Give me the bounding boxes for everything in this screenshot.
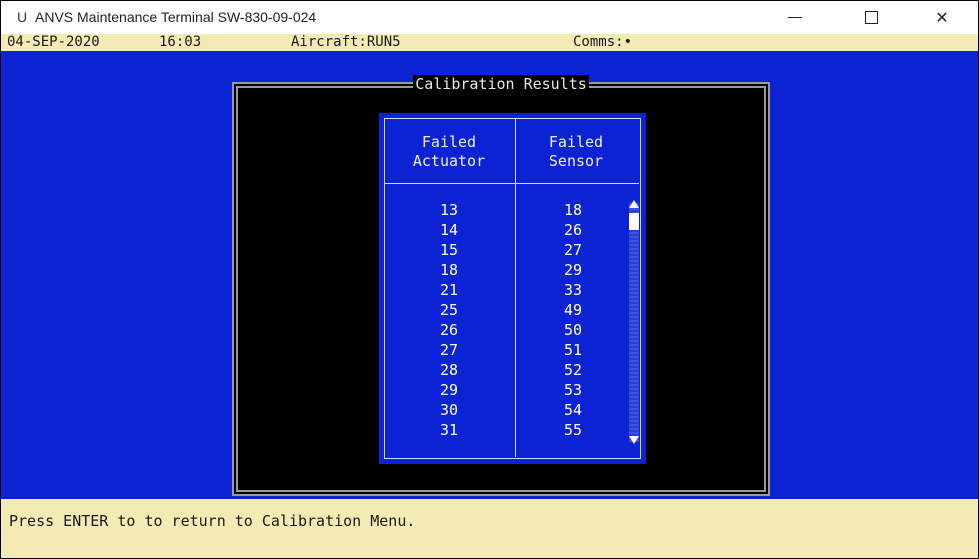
status-comms: Comms:• bbox=[573, 34, 633, 50]
status-bar: 04-SEP-2020 16:03 Aircraft:RUN5 Comms:• bbox=[1, 34, 978, 51]
scroll-up-arrow-icon[interactable] bbox=[629, 200, 639, 208]
sensor-cell: 51 bbox=[563, 341, 583, 359]
sensor-cell: 27 bbox=[563, 241, 583, 259]
header-failed-actuator: Failed Actuator bbox=[412, 133, 486, 170]
maximize-icon bbox=[864, 11, 878, 24]
close-icon: ✕ bbox=[935, 9, 949, 27]
maximize-button[interactable] bbox=[842, 1, 900, 34]
actuator-cell: 26 bbox=[439, 321, 459, 339]
actuator-cell: 30 bbox=[439, 401, 459, 419]
title-bar: U ANVS Maintenance Terminal SW-830-09-02… bbox=[1, 1, 978, 34]
sensor-cell: 33 bbox=[563, 281, 583, 299]
sensor-cell: 49 bbox=[563, 301, 583, 319]
status-aircraft: Aircraft:RUN5 bbox=[291, 34, 401, 50]
sensor-cell: 55 bbox=[563, 421, 583, 439]
actuator-cell: 25 bbox=[439, 301, 459, 319]
window-title: ANVS Maintenance Terminal SW-830-09-024 bbox=[35, 9, 317, 25]
scrollbar[interactable] bbox=[629, 200, 639, 444]
sensor-cell: 54 bbox=[563, 401, 583, 419]
sensor-cell: 26 bbox=[563, 221, 583, 239]
footer-bar: Press ENTER to to return to Calibration … bbox=[1, 499, 978, 558]
actuator-cell: 28 bbox=[439, 361, 459, 379]
sensor-cell: 53 bbox=[563, 381, 583, 399]
actuator-cell: 18 bbox=[439, 261, 459, 279]
actuator-cell: 14 bbox=[439, 221, 459, 239]
minimize-button[interactable] bbox=[766, 1, 824, 34]
header-separator bbox=[384, 183, 639, 184]
minimize-icon bbox=[788, 17, 802, 18]
actuator-cell: 21 bbox=[439, 281, 459, 299]
sensor-cell: 18 bbox=[563, 201, 583, 219]
footer-message: Press ENTER to to return to Calibration … bbox=[9, 512, 416, 530]
actuator-cell: 31 bbox=[439, 421, 459, 439]
terminal-window: U ANVS Maintenance Terminal SW-830-09-02… bbox=[0, 0, 979, 559]
dialog-title: Calibration Results bbox=[413, 75, 589, 93]
actuator-cell: 15 bbox=[439, 241, 459, 259]
sensor-cell: 29 bbox=[563, 261, 583, 279]
status-date: 04-SEP-2020 bbox=[7, 34, 100, 50]
terminal-screen: Calibration Results Failed Actuator Fail… bbox=[1, 51, 978, 499]
scroll-thumb[interactable] bbox=[629, 213, 639, 230]
header-failed-sensor: Failed Sensor bbox=[548, 133, 604, 170]
close-button[interactable]: ✕ bbox=[913, 1, 971, 34]
status-time: 16:03 bbox=[159, 34, 202, 50]
calibration-results-dialog: Calibration Results Failed Actuator Fail… bbox=[232, 75, 770, 496]
sensor-cell: 52 bbox=[563, 361, 583, 379]
actuator-cell: 29 bbox=[439, 381, 459, 399]
scroll-down-arrow-icon[interactable] bbox=[629, 436, 639, 444]
results-table: Failed Actuator Failed Sensor 13 18 14 2… bbox=[379, 113, 646, 464]
actuator-cell: 27 bbox=[439, 341, 459, 359]
sensor-cell: 50 bbox=[563, 321, 583, 339]
actuator-cell: 13 bbox=[439, 201, 459, 219]
app-icon: U bbox=[17, 9, 28, 25]
